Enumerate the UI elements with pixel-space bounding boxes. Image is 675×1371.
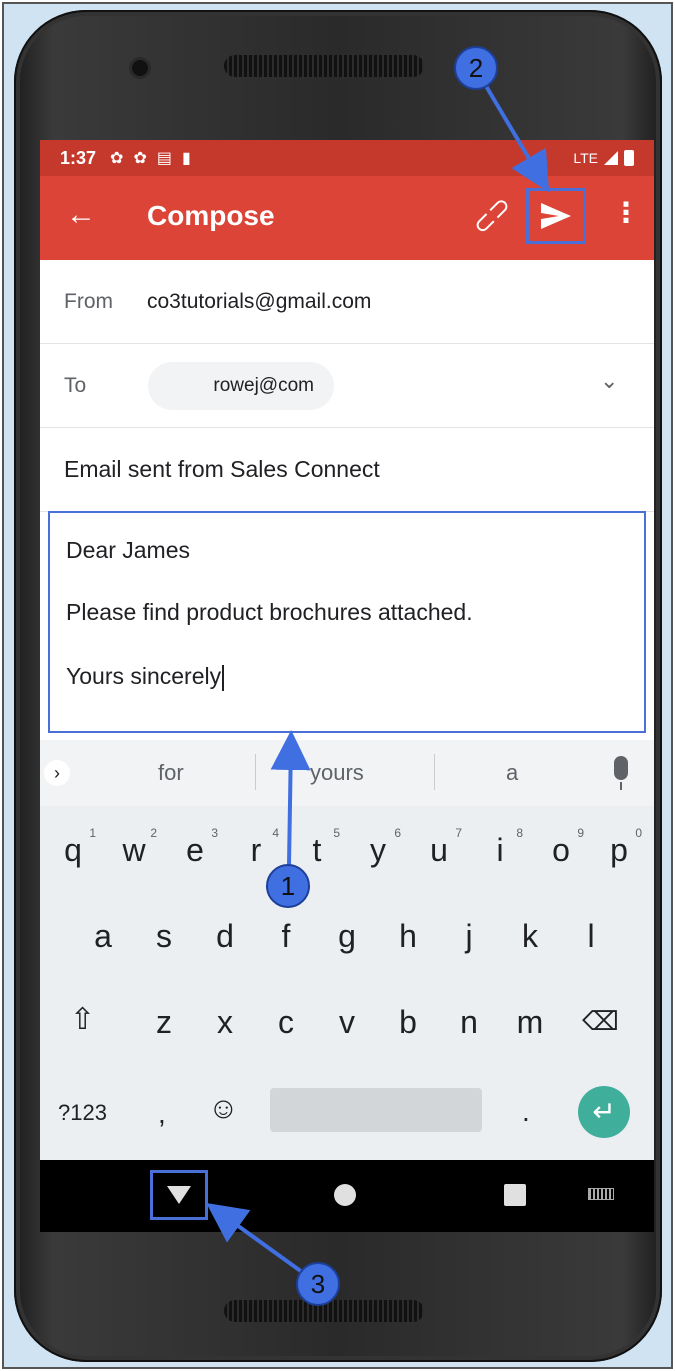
- callout-2: 2: [454, 46, 498, 90]
- callout-3-arrow: [206, 1202, 304, 1274]
- callout-2-arrow: [484, 84, 550, 193]
- callout-3: 3: [296, 1262, 340, 1306]
- callout-1-arrow: [270, 730, 311, 866]
- annotation-arrows: [206, 84, 550, 1274]
- callout-1: 1: [266, 864, 310, 908]
